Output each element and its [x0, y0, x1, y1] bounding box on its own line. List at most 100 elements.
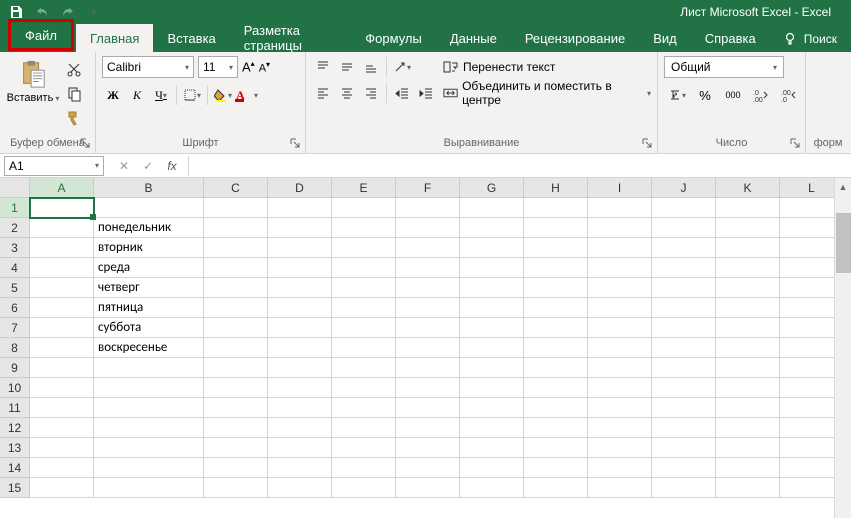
cell[interactable] [460, 218, 524, 238]
increase-indent-icon[interactable] [415, 82, 437, 104]
cell[interactable] [268, 378, 332, 398]
cell[interactable] [332, 418, 396, 438]
cell[interactable] [268, 458, 332, 478]
cell[interactable] [94, 438, 204, 458]
cell[interactable] [94, 478, 204, 498]
cell[interactable] [94, 358, 204, 378]
cell[interactable] [332, 458, 396, 478]
cell[interactable]: воскресенье [94, 338, 204, 358]
cell[interactable] [396, 378, 460, 398]
column-header[interactable]: E [332, 178, 396, 198]
cell[interactable] [396, 218, 460, 238]
increase-font-icon[interactable]: A▴ [242, 59, 255, 74]
cell[interactable] [268, 318, 332, 338]
cell[interactable] [332, 358, 396, 378]
cell[interactable] [396, 478, 460, 498]
column-header[interactable]: C [204, 178, 268, 198]
number-format-select[interactable]: Общий▾ [664, 56, 784, 78]
cell[interactable] [652, 438, 716, 458]
cell[interactable] [524, 438, 588, 458]
cell[interactable] [524, 358, 588, 378]
row-header[interactable]: 8 [0, 338, 30, 358]
cell[interactable] [652, 418, 716, 438]
cell[interactable] [652, 278, 716, 298]
tab-insert[interactable]: Вставка [153, 24, 229, 52]
font-name-select[interactable]: Calibri▾ [102, 56, 194, 78]
cell[interactable] [524, 218, 588, 238]
cell[interactable] [716, 238, 780, 258]
cell[interactable] [396, 278, 460, 298]
cell[interactable] [524, 418, 588, 438]
cell[interactable] [652, 398, 716, 418]
cell[interactable] [460, 418, 524, 438]
cell[interactable] [460, 338, 524, 358]
cell[interactable] [332, 218, 396, 238]
row-header[interactable]: 6 [0, 298, 30, 318]
cell[interactable] [204, 398, 268, 418]
decrease-indent-icon[interactable] [391, 82, 413, 104]
cell[interactable] [396, 398, 460, 418]
cell[interactable] [30, 358, 94, 378]
cell[interactable] [268, 478, 332, 498]
border-button[interactable]: ▾ [181, 84, 203, 106]
cell[interactable] [460, 358, 524, 378]
cell[interactable] [588, 378, 652, 398]
column-header[interactable]: F [396, 178, 460, 198]
cell[interactable] [268, 238, 332, 258]
cell[interactable] [204, 458, 268, 478]
cell[interactable] [524, 298, 588, 318]
cell[interactable] [30, 278, 94, 298]
cell[interactable] [716, 398, 780, 418]
cell[interactable] [716, 278, 780, 298]
tell-me-search[interactable]: Поиск [770, 26, 851, 52]
cell[interactable] [396, 318, 460, 338]
cell[interactable] [716, 358, 780, 378]
cell[interactable] [652, 358, 716, 378]
cell[interactable] [268, 398, 332, 418]
align-bottom-icon[interactable] [360, 56, 382, 78]
name-box[interactable]: A1▾ [4, 156, 104, 176]
number-dialog-launcher[interactable] [788, 136, 802, 150]
cell[interactable] [94, 458, 204, 478]
format-painter-icon[interactable] [64, 108, 84, 128]
cell[interactable]: понедельник [94, 218, 204, 238]
cell[interactable] [652, 298, 716, 318]
align-top-icon[interactable] [312, 56, 334, 78]
cell[interactable] [268, 338, 332, 358]
cell[interactable] [396, 198, 460, 218]
cell[interactable] [204, 258, 268, 278]
font-size-select[interactable]: 11▾ [198, 56, 238, 78]
row-header[interactable]: 4 [0, 258, 30, 278]
column-header[interactable]: B [94, 178, 204, 198]
cell[interactable] [30, 218, 94, 238]
tab-formulas[interactable]: Формулы [351, 24, 436, 52]
cell[interactable] [396, 458, 460, 478]
cell[interactable] [204, 478, 268, 498]
cell[interactable] [268, 218, 332, 238]
cell[interactable] [652, 198, 716, 218]
select-all-corner[interactable] [0, 178, 30, 198]
formula-input[interactable] [188, 156, 851, 176]
cell[interactable] [460, 398, 524, 418]
cell[interactable] [204, 298, 268, 318]
cell[interactable] [396, 238, 460, 258]
cell[interactable] [524, 278, 588, 298]
cell[interactable] [460, 258, 524, 278]
column-header[interactable]: G [460, 178, 524, 198]
cell[interactable] [460, 318, 524, 338]
cell[interactable] [588, 358, 652, 378]
row-header[interactable]: 3 [0, 238, 30, 258]
cell[interactable] [396, 418, 460, 438]
cell[interactable] [30, 398, 94, 418]
cell[interactable] [268, 438, 332, 458]
cell[interactable] [716, 198, 780, 218]
clipboard-dialog-launcher[interactable] [78, 136, 92, 150]
cell[interactable] [94, 378, 204, 398]
cell[interactable] [30, 298, 94, 318]
cell[interactable] [460, 458, 524, 478]
cell[interactable] [204, 198, 268, 218]
cell[interactable]: пятница [94, 298, 204, 318]
cell[interactable] [396, 358, 460, 378]
tab-page-layout[interactable]: Разметка страницы [230, 24, 351, 52]
cell[interactable]: суббота [94, 318, 204, 338]
